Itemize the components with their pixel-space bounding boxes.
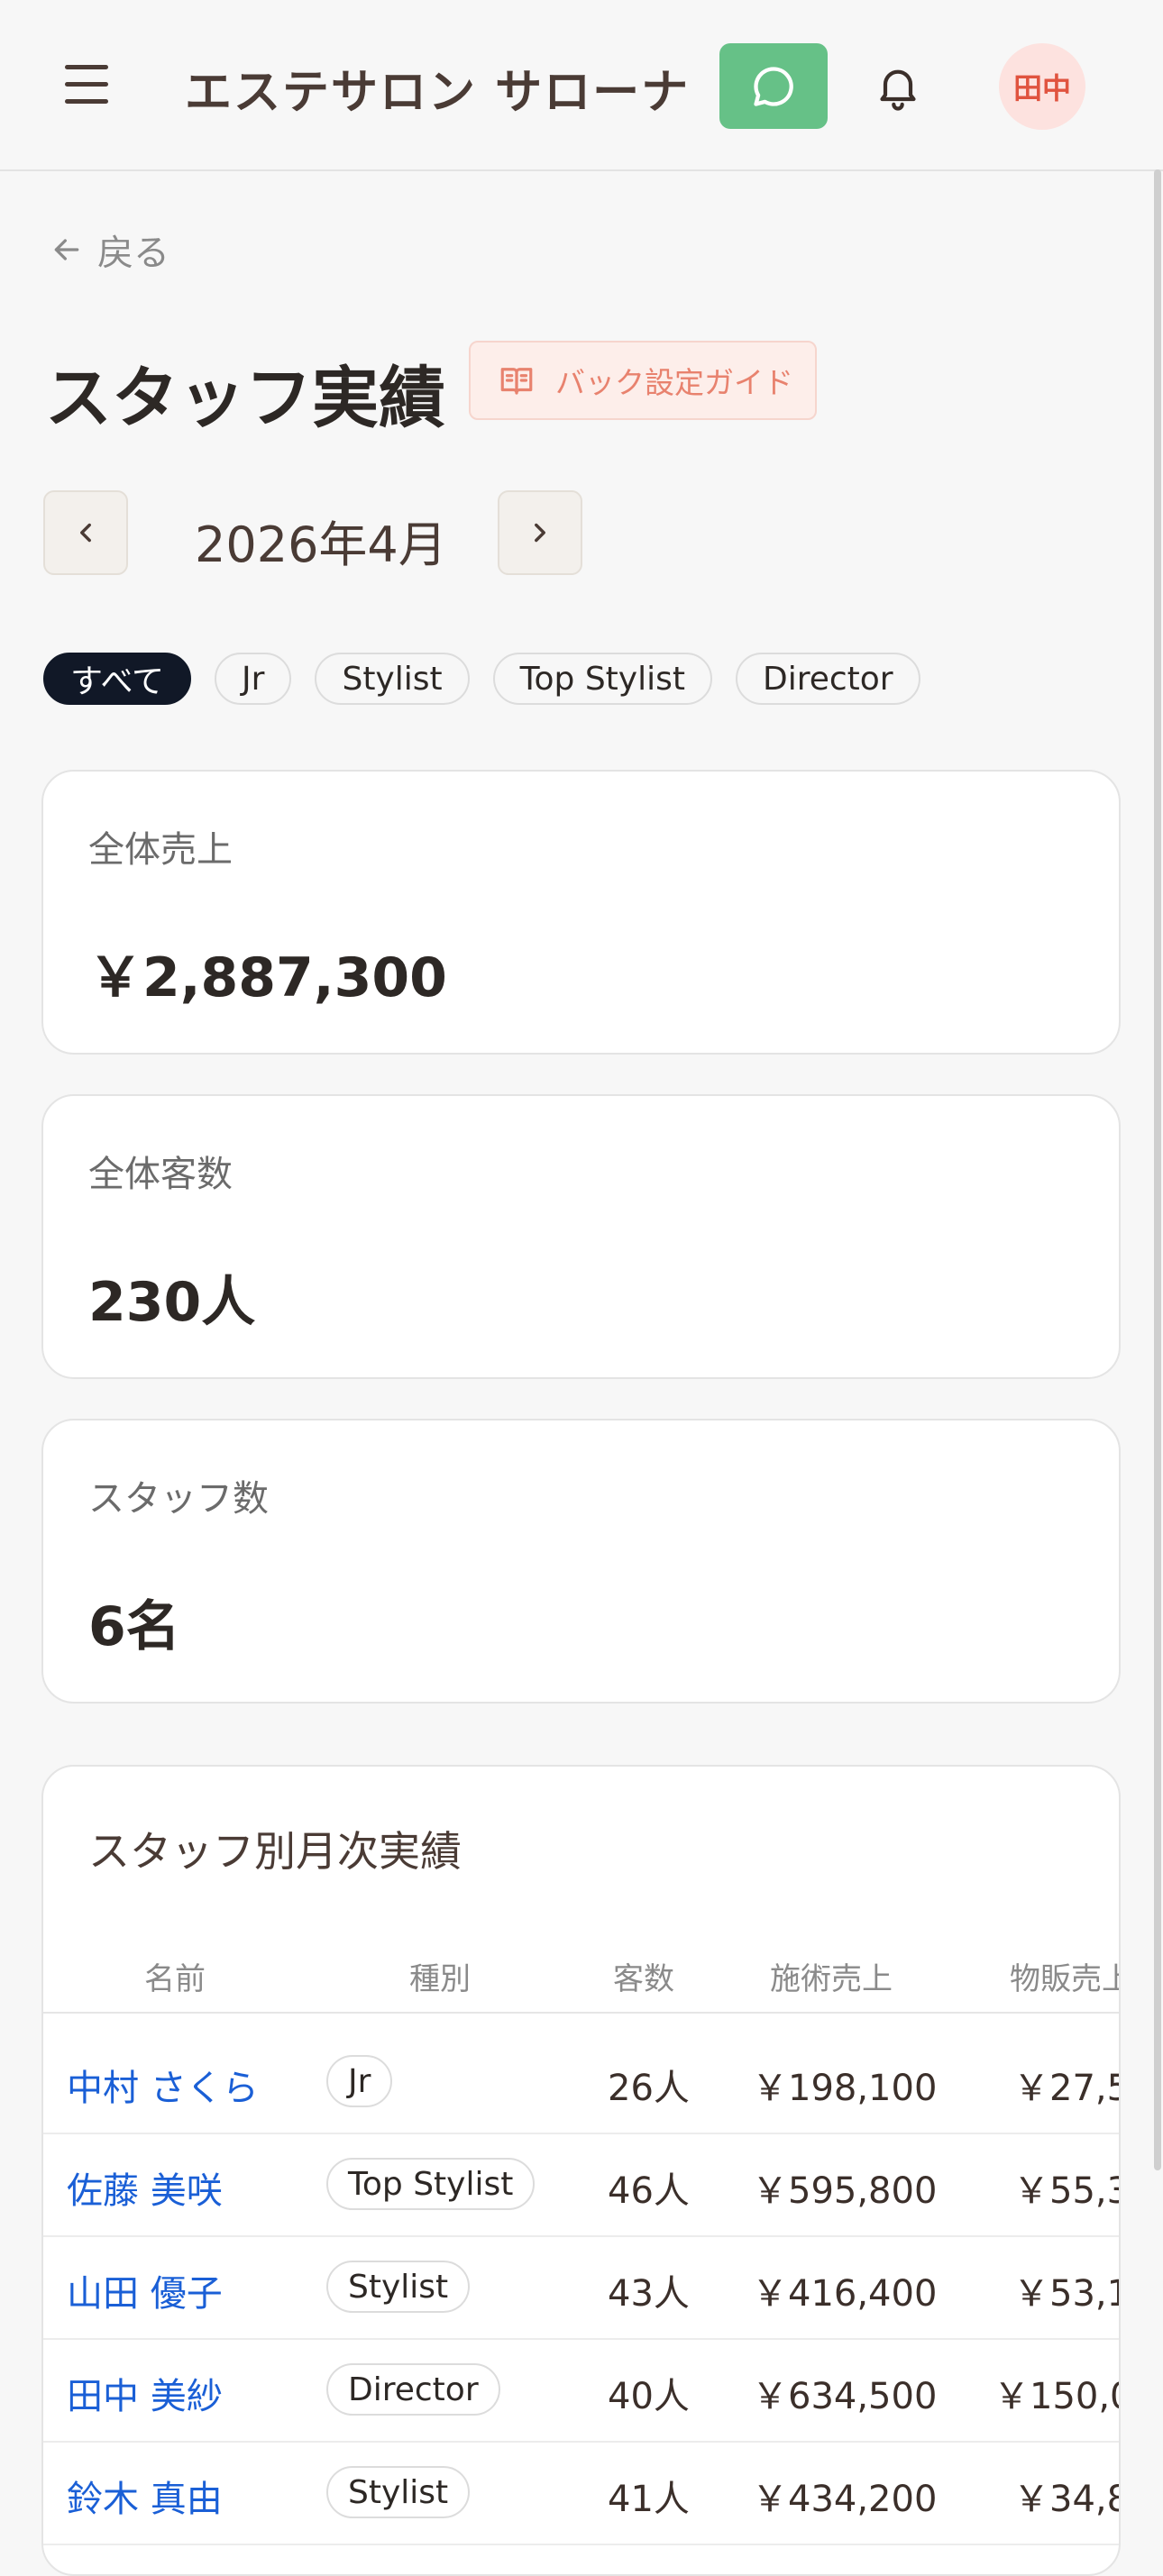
service-sales-cell: ￥416,400 bbox=[752, 2273, 938, 2315]
product-sales-cell: ￥55,3 bbox=[1013, 2170, 1121, 2212]
customers-cell: 43人 bbox=[608, 2273, 690, 2315]
column-header-name[interactable]: 名前 bbox=[144, 1954, 206, 1998]
page-title: スタッフ実績 bbox=[45, 360, 445, 437]
staff-name-link[interactable]: 山田 優子 bbox=[67, 2264, 223, 2316]
table-title: スタッフ別月次実績 bbox=[88, 1827, 462, 1876]
notification-bell-icon[interactable] bbox=[867, 56, 929, 117]
next-month-button[interactable] bbox=[498, 490, 582, 575]
role-badge: Top Stylist bbox=[326, 2158, 536, 2210]
service-sales-cell: ￥595,800 bbox=[752, 2170, 938, 2212]
staff-count-value: 6名 bbox=[88, 1595, 180, 1658]
column-header-product-sales[interactable]: 物販売上 bbox=[1010, 1954, 1119, 1998]
total-customers-value: 230人 bbox=[88, 1271, 256, 1334]
back-label: 戻る bbox=[97, 233, 169, 274]
arrow-left-icon bbox=[54, 239, 79, 260]
table-row: 佐藤 美咲 Top Stylist 46人 ￥595,800 ￥55,3 bbox=[43, 2133, 1119, 2237]
customers-cell: 46人 bbox=[608, 2170, 690, 2212]
table-header: 名前 種別 客数 施術売上 物販売上 bbox=[43, 1938, 1119, 2014]
hamburger-menu-icon[interactable] bbox=[65, 63, 110, 106]
staff-name-link[interactable]: 鈴木 真由 bbox=[67, 2470, 223, 2522]
staff-name-link[interactable]: 佐藤 美咲 bbox=[67, 2161, 223, 2214]
staff-performance-table-card: スタッフ別月次実績 名前 種別 客数 施術売上 物販売上 中村 さくら Jr 2… bbox=[41, 1765, 1121, 2576]
filter-chip-all[interactable]: すべて bbox=[43, 653, 192, 705]
total-customers-card: 全体客数 230人 bbox=[41, 1094, 1121, 1379]
book-icon bbox=[500, 368, 533, 395]
table-row: 鈴木 真由 Stylist 41人 ￥434,200 ￥34,8 bbox=[43, 2441, 1119, 2545]
product-sales-cell: ￥150,0 bbox=[994, 2376, 1121, 2417]
filter-chip-stylist[interactable]: Stylist bbox=[315, 653, 470, 705]
column-header-role[interactable]: 種別 bbox=[409, 1954, 471, 1998]
product-sales-cell: ￥34,8 bbox=[1013, 2479, 1121, 2520]
staff-name-link[interactable]: 田中 美紗 bbox=[67, 2367, 223, 2419]
total-sales-card: 全体売上 ￥2,887,300 bbox=[41, 770, 1121, 1055]
filter-chip-director[interactable]: Director bbox=[735, 653, 920, 705]
staff-count-card: スタッフ数 6名 bbox=[41, 1419, 1121, 1704]
table-row: 山田 優子 Stylist 43人 ￥416,400 ￥53,1 bbox=[43, 2235, 1119, 2340]
filter-chip-top-stylist[interactable]: Top Stylist bbox=[492, 653, 712, 705]
guide-label: バック設定ガイド bbox=[555, 365, 793, 400]
service-sales-cell: ￥634,500 bbox=[752, 2376, 938, 2417]
total-sales-label: 全体売上 bbox=[88, 829, 233, 871]
app-header: エステサロン サローナ 田中 bbox=[0, 0, 1163, 171]
service-sales-cell: ￥434,200 bbox=[752, 2479, 938, 2520]
role-badge: Director bbox=[326, 2363, 500, 2416]
customers-cell: 26人 bbox=[608, 2068, 690, 2109]
column-header-service-sales[interactable]: 施術売上 bbox=[770, 1954, 893, 1998]
product-sales-cell: ￥53,1 bbox=[1013, 2273, 1121, 2315]
chat-bubble-icon bbox=[754, 66, 793, 106]
chat-button[interactable] bbox=[719, 43, 828, 129]
total-sales-value: ￥2,887,300 bbox=[88, 946, 447, 1009]
product-sales-cell: ￥27,5 bbox=[1013, 2068, 1121, 2109]
role-badge: Stylist bbox=[326, 2466, 471, 2518]
month-label: 2026年4月 bbox=[195, 516, 447, 573]
user-avatar[interactable]: 田中 bbox=[999, 43, 1085, 130]
customers-cell: 40人 bbox=[608, 2376, 690, 2417]
back-link[interactable]: 戻る bbox=[49, 224, 169, 276]
staff-count-label: スタッフ数 bbox=[88, 1478, 269, 1520]
role-badge: Jr bbox=[326, 2055, 393, 2107]
chevron-left-icon bbox=[80, 523, 91, 543]
total-customers-label: 全体客数 bbox=[88, 1154, 233, 1195]
guide-button[interactable]: バック設定ガイド bbox=[469, 341, 817, 420]
staff-name-link[interactable]: 中村 さくら bbox=[67, 2059, 259, 2111]
service-sales-cell: ￥198,100 bbox=[752, 2068, 938, 2109]
table-row: 田中 美紗 Director 40人 ￥634,500 ￥150,0 bbox=[43, 2338, 1119, 2443]
column-header-customers[interactable]: 客数 bbox=[613, 1954, 674, 1998]
customers-cell: 41人 bbox=[608, 2479, 690, 2520]
role-badge: Stylist bbox=[326, 2261, 471, 2313]
app-title: エステサロン サローナ bbox=[185, 66, 691, 120]
filter-chip-jr[interactable]: Jr bbox=[215, 653, 292, 705]
chevron-right-icon bbox=[535, 523, 545, 543]
table-row: 中村 さくら Jr 26人 ￥198,100 ￥27,5 bbox=[43, 2030, 1119, 2134]
page-scrollbar[interactable] bbox=[1154, 169, 1161, 2170]
prev-month-button[interactable] bbox=[43, 490, 128, 575]
role-filter-chips: すべて Jr Stylist Top Stylist Director bbox=[43, 653, 920, 705]
